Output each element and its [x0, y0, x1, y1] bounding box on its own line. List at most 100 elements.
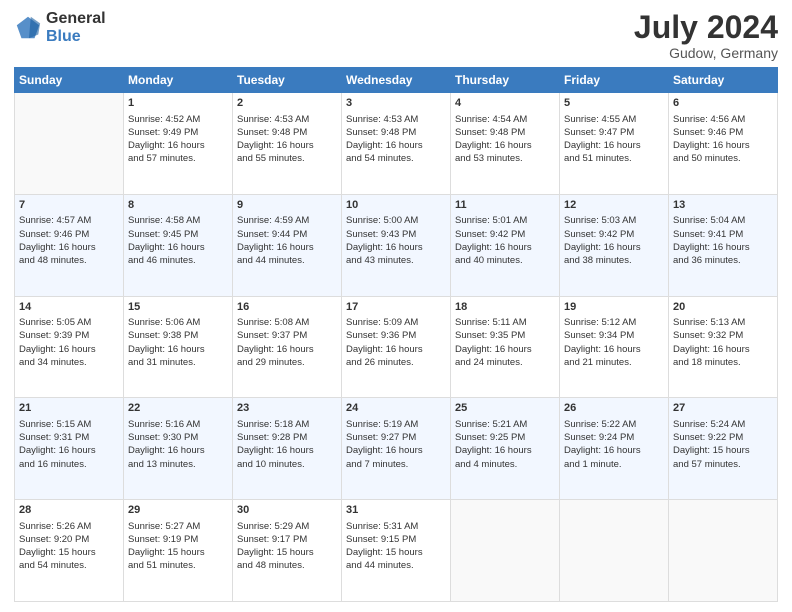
- day-number: 7: [19, 198, 119, 213]
- title-location: Gudow, Germany: [634, 45, 778, 61]
- day-info-line: Daylight: 16 hours: [19, 444, 119, 457]
- day-info-line: Daylight: 15 hours: [128, 546, 228, 559]
- day-number: 18: [455, 300, 555, 315]
- calendar-cell: 19Sunrise: 5:12 AMSunset: 9:34 PMDayligh…: [560, 296, 669, 398]
- title-month: July 2024: [634, 10, 778, 45]
- page: General Blue July 2024 Gudow, Germany Su…: [0, 0, 792, 612]
- day-info-line: and 38 minutes.: [564, 254, 664, 267]
- col-header-sunday: Sunday: [15, 68, 124, 93]
- day-info-line: and 51 minutes.: [128, 559, 228, 572]
- day-info-line: Sunset: 9:31 PM: [19, 431, 119, 444]
- day-info-line: Sunrise: 5:04 AM: [673, 214, 773, 227]
- day-info-line: and 50 minutes.: [673, 152, 773, 165]
- day-number: 17: [346, 300, 446, 315]
- day-info-line: and 34 minutes.: [19, 356, 119, 369]
- logo-blue-text: Blue: [46, 28, 106, 46]
- day-info-line: Sunrise: 5:01 AM: [455, 214, 555, 227]
- day-info-line: Sunrise: 4:53 AM: [237, 113, 337, 126]
- logo-text: General Blue: [46, 10, 106, 45]
- col-header-friday: Friday: [560, 68, 669, 93]
- day-info-line: Sunrise: 5:00 AM: [346, 214, 446, 227]
- day-info-line: Daylight: 15 hours: [673, 444, 773, 457]
- day-number: 21: [19, 401, 119, 416]
- day-info-line: Daylight: 16 hours: [455, 139, 555, 152]
- day-info-line: Daylight: 16 hours: [19, 343, 119, 356]
- day-info-line: Daylight: 16 hours: [455, 241, 555, 254]
- day-info-line: Sunset: 9:42 PM: [564, 228, 664, 241]
- day-info-line: and 36 minutes.: [673, 254, 773, 267]
- day-info-line: Sunrise: 5:13 AM: [673, 316, 773, 329]
- day-info-line: Sunrise: 5:16 AM: [128, 418, 228, 431]
- day-info-line: Sunset: 9:48 PM: [237, 126, 337, 139]
- calendar-cell: 9Sunrise: 4:59 AMSunset: 9:44 PMDaylight…: [233, 194, 342, 296]
- day-info-line: Sunrise: 5:24 AM: [673, 418, 773, 431]
- day-info-line: and 43 minutes.: [346, 254, 446, 267]
- day-info-line: Sunrise: 5:09 AM: [346, 316, 446, 329]
- logo: General Blue: [14, 10, 106, 45]
- col-header-thursday: Thursday: [451, 68, 560, 93]
- day-info-line: Daylight: 16 hours: [673, 139, 773, 152]
- day-info-line: Sunset: 9:20 PM: [19, 533, 119, 546]
- day-info-line: Sunset: 9:41 PM: [673, 228, 773, 241]
- day-number: 6: [673, 96, 773, 111]
- day-number: 1: [128, 96, 228, 111]
- day-info-line: Daylight: 16 hours: [455, 343, 555, 356]
- day-number: 31: [346, 503, 446, 518]
- day-info-line: Sunrise: 5:08 AM: [237, 316, 337, 329]
- day-info-line: Sunset: 9:17 PM: [237, 533, 337, 546]
- calendar-row-3: 21Sunrise: 5:15 AMSunset: 9:31 PMDayligh…: [15, 398, 778, 500]
- calendar-cell: 29Sunrise: 5:27 AMSunset: 9:19 PMDayligh…: [124, 500, 233, 602]
- day-info-line: and 40 minutes.: [455, 254, 555, 267]
- day-info-line: and 53 minutes.: [455, 152, 555, 165]
- calendar-cell: 8Sunrise: 4:58 AMSunset: 9:45 PMDaylight…: [124, 194, 233, 296]
- day-info-line: Sunset: 9:46 PM: [673, 126, 773, 139]
- calendar-cell: 4Sunrise: 4:54 AMSunset: 9:48 PMDaylight…: [451, 93, 560, 195]
- day-number: 8: [128, 198, 228, 213]
- day-info-line: Sunrise: 5:19 AM: [346, 418, 446, 431]
- day-info-line: Daylight: 16 hours: [128, 139, 228, 152]
- calendar-cell: 20Sunrise: 5:13 AMSunset: 9:32 PMDayligh…: [669, 296, 778, 398]
- day-info-line: Daylight: 15 hours: [237, 546, 337, 559]
- day-number: 22: [128, 401, 228, 416]
- day-info-line: Daylight: 16 hours: [673, 241, 773, 254]
- day-info-line: Sunrise: 5:31 AM: [346, 520, 446, 533]
- day-info-line: Daylight: 16 hours: [346, 241, 446, 254]
- day-info-line: Daylight: 16 hours: [673, 343, 773, 356]
- day-number: 30: [237, 503, 337, 518]
- calendar-cell: 21Sunrise: 5:15 AMSunset: 9:31 PMDayligh…: [15, 398, 124, 500]
- col-header-saturday: Saturday: [669, 68, 778, 93]
- day-info-line: Sunrise: 5:18 AM: [237, 418, 337, 431]
- day-number: 13: [673, 198, 773, 213]
- day-info-line: Daylight: 16 hours: [564, 444, 664, 457]
- day-info-line: Sunrise: 5:22 AM: [564, 418, 664, 431]
- day-info-line: Daylight: 16 hours: [346, 139, 446, 152]
- day-number: 20: [673, 300, 773, 315]
- day-info-line: Daylight: 16 hours: [564, 139, 664, 152]
- day-info-line: Sunset: 9:47 PM: [564, 126, 664, 139]
- calendar-cell: 16Sunrise: 5:08 AMSunset: 9:37 PMDayligh…: [233, 296, 342, 398]
- day-info-line: Sunrise: 4:56 AM: [673, 113, 773, 126]
- day-info-line: and 21 minutes.: [564, 356, 664, 369]
- day-info-line: Daylight: 16 hours: [237, 241, 337, 254]
- calendar-cell: 25Sunrise: 5:21 AMSunset: 9:25 PMDayligh…: [451, 398, 560, 500]
- calendar-cell: 5Sunrise: 4:55 AMSunset: 9:47 PMDaylight…: [560, 93, 669, 195]
- day-info-line: and 46 minutes.: [128, 254, 228, 267]
- day-info-line: and 31 minutes.: [128, 356, 228, 369]
- day-info-line: Daylight: 16 hours: [564, 241, 664, 254]
- day-info-line: Daylight: 15 hours: [19, 546, 119, 559]
- day-info-line: and 26 minutes.: [346, 356, 446, 369]
- calendar-row-0: 1Sunrise: 4:52 AMSunset: 9:49 PMDaylight…: [15, 93, 778, 195]
- day-info-line: and 57 minutes.: [673, 458, 773, 471]
- day-info-line: Sunset: 9:38 PM: [128, 329, 228, 342]
- calendar-cell: 3Sunrise: 4:53 AMSunset: 9:48 PMDaylight…: [342, 93, 451, 195]
- day-info-line: Daylight: 16 hours: [237, 139, 337, 152]
- day-number: 27: [673, 401, 773, 416]
- day-info-line: and 18 minutes.: [673, 356, 773, 369]
- calendar-cell: 12Sunrise: 5:03 AMSunset: 9:42 PMDayligh…: [560, 194, 669, 296]
- day-info-line: Sunset: 9:35 PM: [455, 329, 555, 342]
- day-info-line: Daylight: 16 hours: [237, 343, 337, 356]
- day-number: 26: [564, 401, 664, 416]
- day-info-line: and 54 minutes.: [19, 559, 119, 572]
- day-info-line: and 10 minutes.: [237, 458, 337, 471]
- day-number: 25: [455, 401, 555, 416]
